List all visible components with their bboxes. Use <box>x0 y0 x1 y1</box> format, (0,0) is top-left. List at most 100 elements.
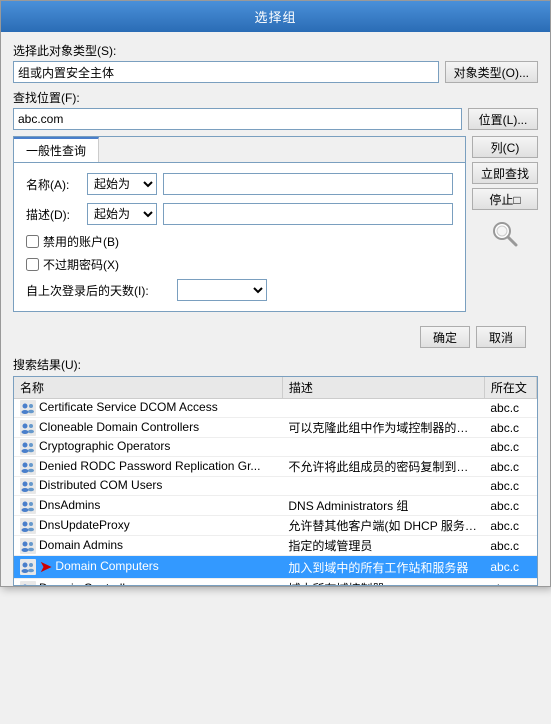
arrow-indicator: ➤ <box>39 559 52 576</box>
row-name: DnsAdmins <box>14 496 282 516</box>
group-icon <box>20 420 36 436</box>
results-table: 名称 描述 所在文 Certificate Service DCOM Acces… <box>14 377 537 586</box>
results-label: 搜索结果(U): <box>13 356 538 373</box>
group-icon <box>20 459 36 475</box>
row-location: abc.c <box>484 457 536 477</box>
row-name-text: Cryptographic Operators <box>39 439 170 453</box>
group-icon <box>20 538 36 554</box>
tab-general[interactable]: 一般性查询 <box>14 137 99 162</box>
row-name: Cloneable Domain Controllers <box>14 418 282 438</box>
checkbox-noexpire[interactable] <box>26 258 39 271</box>
days-select[interactable] <box>177 279 267 301</box>
row-desc: 加入到域中的所有工作站和服务器 <box>282 556 484 579</box>
search-now-button[interactable]: 立即查找 <box>472 162 538 184</box>
confirm-button[interactable]: 确定 <box>420 326 470 348</box>
checkbox-noexpire-row: 不过期密码(X) <box>26 256 453 273</box>
col-loc: 所在文 <box>484 377 536 399</box>
group-icon <box>20 581 36 587</box>
group-icon <box>20 498 36 514</box>
tab-header: 一般性查询 <box>14 137 465 163</box>
group-icon <box>20 400 36 416</box>
column-button[interactable]: 列(C) <box>472 136 538 158</box>
select-group-dialog: 选择组 选择此对象类型(S): 对象类型(O)... 查找位置(F): 位置(L… <box>0 0 551 587</box>
row-location: abc.c <box>484 536 536 556</box>
group-icon <box>20 518 36 534</box>
table-row[interactable]: Cloneable Domain Controllers 可以克隆此组中作为域控制… <box>14 418 537 438</box>
row-name-text: Domain Computers <box>55 559 158 573</box>
row-location: abc.c <box>484 477 536 496</box>
table-row[interactable]: Domain Admins 指定的域管理员abc.c <box>14 536 537 556</box>
checkbox-disabled-row: 禁用的账户(B) <box>26 233 453 250</box>
location-label: 查找位置(F): <box>13 89 538 106</box>
table-row[interactable]: Denied RODC Password Replication Gr... 不允… <box>14 457 537 477</box>
row-name-text: Domain Admins <box>39 538 123 552</box>
dialog-title: 选择组 <box>1 1 550 32</box>
row-location: abc.c <box>484 516 536 536</box>
row-desc: 可以克隆此组中作为域控制器的成员。 <box>282 418 484 438</box>
row-name: Certificate Service DCOM Access <box>14 399 282 418</box>
row-desc <box>282 438 484 457</box>
query-panel: 一般性查询 名称(A): 起始为 描述(D): <box>13 136 538 320</box>
row-name-text: Cloneable Domain Controllers <box>39 420 199 434</box>
name-row: 名称(A): 起始为 <box>26 173 453 195</box>
results-table-container[interactable]: 名称 描述 所在文 Certificate Service DCOM Acces… <box>13 376 538 586</box>
row-desc: 不允许将此组成员的密码复制到域中的所... <box>282 457 484 477</box>
row-name-text: DnsAdmins <box>39 498 100 512</box>
checkbox-disabled-label: 禁用的账户(B) <box>43 233 119 250</box>
name-select[interactable]: 起始为 <box>87 173 157 195</box>
row-name-text: Distributed COM Users <box>39 478 162 492</box>
table-row[interactable]: Domain Controllers 域中所有域控制器abc.c <box>14 579 537 587</box>
row-desc <box>282 399 484 418</box>
location-input[interactable] <box>13 108 462 130</box>
desc-row: 描述(D): 起始为 <box>26 203 453 225</box>
row-name-text: Denied RODC Password Replication Gr... <box>39 459 260 473</box>
location-button[interactable]: 位置(L)... <box>468 108 538 130</box>
group-icon <box>20 439 36 455</box>
name-label: 名称(A): <box>26 176 81 193</box>
desc-label: 描述(D): <box>26 206 81 223</box>
row-name: DnsUpdateProxy <box>14 516 282 536</box>
object-type-label: 选择此对象类型(S): <box>13 42 538 59</box>
table-row[interactable]: ➤Domain Computers加入到域中的所有工作站和服务器abc.c <box>14 556 537 579</box>
desc-input[interactable] <box>163 203 453 225</box>
col-name: 名称 <box>14 377 282 399</box>
location-section: 查找位置(F): 位置(L)... <box>13 89 538 130</box>
row-desc: 域中所有域控制器 <box>282 579 484 587</box>
cancel-button[interactable]: 取消 <box>476 326 526 348</box>
table-row[interactable]: DnsUpdateProxy允许替其他客户端(如 DHCP 服务器)执行...a… <box>14 516 537 536</box>
row-desc <box>282 477 484 496</box>
row-desc: DNS Administrators 组 <box>282 496 484 516</box>
object-type-button[interactable]: 对象类型(O)... <box>445 61 538 83</box>
row-name: ➤Domain Computers <box>14 556 282 579</box>
tab-panel: 一般性查询 名称(A): 起始为 描述(D): <box>13 136 466 312</box>
table-row[interactable]: Certificate Service DCOM Access abc.c <box>14 399 537 418</box>
footer-buttons: 确定 取消 <box>13 320 538 356</box>
row-desc: 指定的域管理员 <box>282 536 484 556</box>
table-row[interactable]: Distributed COM Users abc.c <box>14 477 537 496</box>
row-location: abc.c <box>484 556 536 579</box>
row-name-text: DnsUpdateProxy <box>39 518 130 532</box>
row-name: Domain Admins <box>14 536 282 556</box>
row-location: abc.c <box>484 438 536 457</box>
checkbox-disabled[interactable] <box>26 235 39 248</box>
row-location: abc.c <box>484 496 536 516</box>
search-icon <box>489 218 521 250</box>
tab-content: 名称(A): 起始为 描述(D): 起始为 <box>14 163 465 311</box>
row-name-text: Domain Controllers <box>39 581 142 586</box>
name-input[interactable] <box>163 173 453 195</box>
days-label: 自上次登录后的天数(I): <box>26 282 171 299</box>
row-name: Cryptographic Operators <box>14 438 282 457</box>
desc-select[interactable]: 起始为 <box>87 203 157 225</box>
table-row[interactable]: Cryptographic Operators abc.c <box>14 438 537 457</box>
group-icon <box>20 478 36 494</box>
side-buttons: 列(C) 立即查找 停止□ <box>466 136 538 320</box>
object-type-section: 选择此对象类型(S): 对象类型(O)... <box>13 42 538 83</box>
row-name: Denied RODC Password Replication Gr... <box>14 457 282 477</box>
row-location: abc.c <box>484 579 536 587</box>
object-type-input[interactable] <box>13 61 439 83</box>
row-name-text: Certificate Service DCOM Access <box>39 400 218 414</box>
table-row[interactable]: DnsAdmins DNS Administrators 组abc.c <box>14 496 537 516</box>
stop-button[interactable]: 停止□ <box>472 188 538 210</box>
row-location: abc.c <box>484 399 536 418</box>
row-name: Distributed COM Users <box>14 477 282 496</box>
